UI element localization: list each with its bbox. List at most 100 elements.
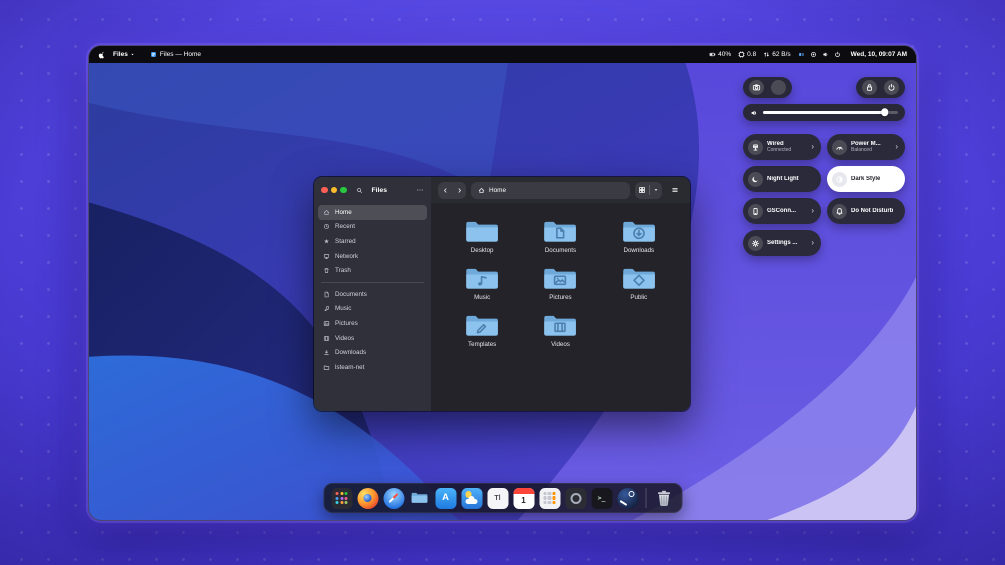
stat-netspeed[interactable]: 62 B/s bbox=[763, 51, 791, 58]
minimize-button[interactable] bbox=[330, 186, 337, 194]
folder-public[interactable]: Public bbox=[603, 265, 675, 301]
indicator-power-icon[interactable] bbox=[834, 51, 841, 58]
folder-documents[interactable]: Documents bbox=[524, 218, 596, 254]
folder-videos[interactable]: Videos bbox=[524, 312, 596, 348]
volume-row bbox=[743, 104, 905, 121]
back-button[interactable] bbox=[438, 182, 452, 199]
folder-desktop[interactable]: Desktop bbox=[446, 218, 518, 254]
qs-tile-dark-style[interactable]: Dark Style bbox=[827, 166, 905, 192]
qs-lock-button[interactable] bbox=[862, 80, 877, 95]
sidebar-item-label: Trash bbox=[335, 267, 351, 275]
sidebar-item-starred[interactable]: Starred bbox=[318, 234, 427, 249]
forward-button[interactable] bbox=[452, 182, 466, 199]
qs-screenshot-button[interactable] bbox=[749, 80, 764, 95]
volume-fill bbox=[763, 110, 885, 115]
stat-memory[interactable]: 0.8 bbox=[738, 51, 756, 58]
dock-firefox-icon[interactable] bbox=[357, 487, 378, 509]
folder-label: Templates bbox=[468, 341, 497, 348]
sidebar-item-videos[interactable]: Videos bbox=[318, 331, 427, 346]
sidebar-item-pictures[interactable]: Pictures bbox=[318, 316, 427, 331]
indicator-screen-record-icon[interactable] bbox=[810, 51, 817, 58]
maximize-button[interactable] bbox=[340, 186, 347, 194]
files-sidebar-header: Files bbox=[314, 177, 431, 203]
sidebar-item-trash[interactable]: Trash bbox=[318, 263, 427, 278]
folder-icon bbox=[542, 218, 578, 245]
stat-value: 62 B/s bbox=[772, 51, 791, 58]
breadcrumb-label: Home bbox=[489, 186, 507, 194]
volume-slider[interactable] bbox=[763, 108, 898, 117]
indicator-volume-icon[interactable] bbox=[822, 51, 829, 58]
dock-camera-icon[interactable] bbox=[565, 487, 586, 509]
qs-tile-settings[interactable]: Settings ... › bbox=[743, 230, 821, 256]
qs-tile-night-light[interactable]: Night Light bbox=[743, 166, 821, 192]
desktop-screen: Files Files — Home 40% 0.8 62 B/s Wed, 1… bbox=[88, 45, 917, 521]
halfmoon-icon bbox=[832, 171, 847, 187]
sidebar-item-lsteam-net[interactable]: lsteam-net bbox=[318, 360, 427, 375]
sidebar-item-label: Starred bbox=[335, 237, 356, 245]
folder-downloads[interactable]: Downloads bbox=[603, 218, 675, 254]
qs-settings-button[interactable] bbox=[771, 80, 786, 95]
tile-subtitle: Balanced bbox=[851, 146, 872, 153]
sidebar-item-documents[interactable]: Documents bbox=[318, 287, 427, 302]
breadcrumb[interactable]: Home bbox=[471, 181, 630, 199]
apple-logo-icon[interactable] bbox=[98, 51, 106, 59]
qs-tile-power-m[interactable]: Power M... Balanced › bbox=[827, 134, 905, 160]
menu-button[interactable] bbox=[667, 182, 683, 199]
qs-button-group-2 bbox=[856, 77, 905, 98]
dock-safari-icon[interactable] bbox=[383, 487, 404, 509]
chevron-right-icon bbox=[456, 187, 463, 194]
view-toggle[interactable] bbox=[635, 181, 662, 199]
window-title-menu[interactable]: Files — Home bbox=[150, 51, 201, 58]
sidebar-item-label: Network bbox=[335, 252, 359, 260]
tile-title: Do Not Disturb bbox=[851, 207, 894, 214]
folder-music[interactable]: Music bbox=[446, 265, 518, 301]
sidebar-item-label: Documents bbox=[335, 290, 367, 298]
ethernet-icon bbox=[748, 139, 763, 155]
dock-calendar-icon[interactable]: 1 bbox=[513, 487, 534, 509]
phone-icon bbox=[748, 203, 763, 219]
dock-steam-icon[interactable] bbox=[617, 487, 638, 509]
dock-trash-icon[interactable] bbox=[653, 488, 674, 509]
dock-app-grid-icon[interactable] bbox=[331, 487, 352, 509]
qs-power-button[interactable] bbox=[884, 80, 899, 95]
qs-tile-wired[interactable]: Wired Connected › bbox=[743, 134, 821, 160]
star-icon bbox=[323, 238, 330, 245]
dock: A Tl 1 >_ bbox=[323, 483, 682, 513]
dock-calculator-icon[interactable] bbox=[539, 487, 560, 509]
tile-title: Night Light bbox=[767, 175, 799, 182]
gauge-icon bbox=[832, 139, 847, 155]
folder-templates[interactable]: Templates bbox=[446, 312, 518, 348]
sidebar-item-home[interactable]: Home bbox=[318, 205, 427, 220]
dock-app-store-icon[interactable]: A bbox=[435, 487, 456, 509]
stat-battery[interactable]: 40% bbox=[709, 51, 731, 58]
qs-button-group-1 bbox=[743, 77, 792, 98]
search-icon[interactable] bbox=[356, 187, 363, 194]
folder-pictures[interactable]: Pictures bbox=[524, 265, 596, 301]
screenshot-icon bbox=[752, 83, 761, 92]
indicator-workspaces-icon[interactable] bbox=[798, 51, 805, 58]
qs-tile-gsconn[interactable]: GSConn... › bbox=[743, 198, 821, 224]
app-menu-label: Files bbox=[113, 51, 128, 58]
dock-terminal-icon[interactable]: >_ bbox=[591, 487, 612, 509]
files-sidebar-list: Home Recent Starred Network Trash Docume… bbox=[314, 203, 431, 377]
files-app-icon bbox=[150, 51, 157, 58]
sidebar-item-downloads[interactable]: Downloads bbox=[318, 345, 427, 360]
chevron-down-icon bbox=[130, 52, 135, 57]
dock-weather-icon[interactable] bbox=[461, 487, 482, 509]
system-stats: 40% 0.8 62 B/s bbox=[709, 51, 791, 58]
folder-icon bbox=[542, 265, 578, 292]
quick-settings-buttons bbox=[743, 77, 905, 98]
sidebar-item-recent[interactable]: Recent bbox=[318, 220, 427, 235]
volume-knob[interactable] bbox=[880, 108, 889, 117]
settings-icon bbox=[774, 83, 783, 92]
clock[interactable]: Wed, 10, 09:07 AM bbox=[851, 51, 907, 58]
sidebar-item-music[interactable]: Music bbox=[318, 302, 427, 317]
qs-tile-do-not-disturb[interactable]: Do Not Disturb bbox=[827, 198, 905, 224]
files-window: Files Home Recent Starred Network Trash … bbox=[313, 176, 691, 412]
more-options-icon[interactable] bbox=[416, 186, 424, 194]
dock-text-editor-icon[interactable]: Tl bbox=[487, 487, 508, 509]
dock-files-icon[interactable] bbox=[409, 488, 430, 509]
sidebar-item-network[interactable]: Network bbox=[318, 249, 427, 264]
app-menu[interactable]: Files bbox=[113, 51, 135, 58]
close-button[interactable] bbox=[321, 186, 328, 194]
